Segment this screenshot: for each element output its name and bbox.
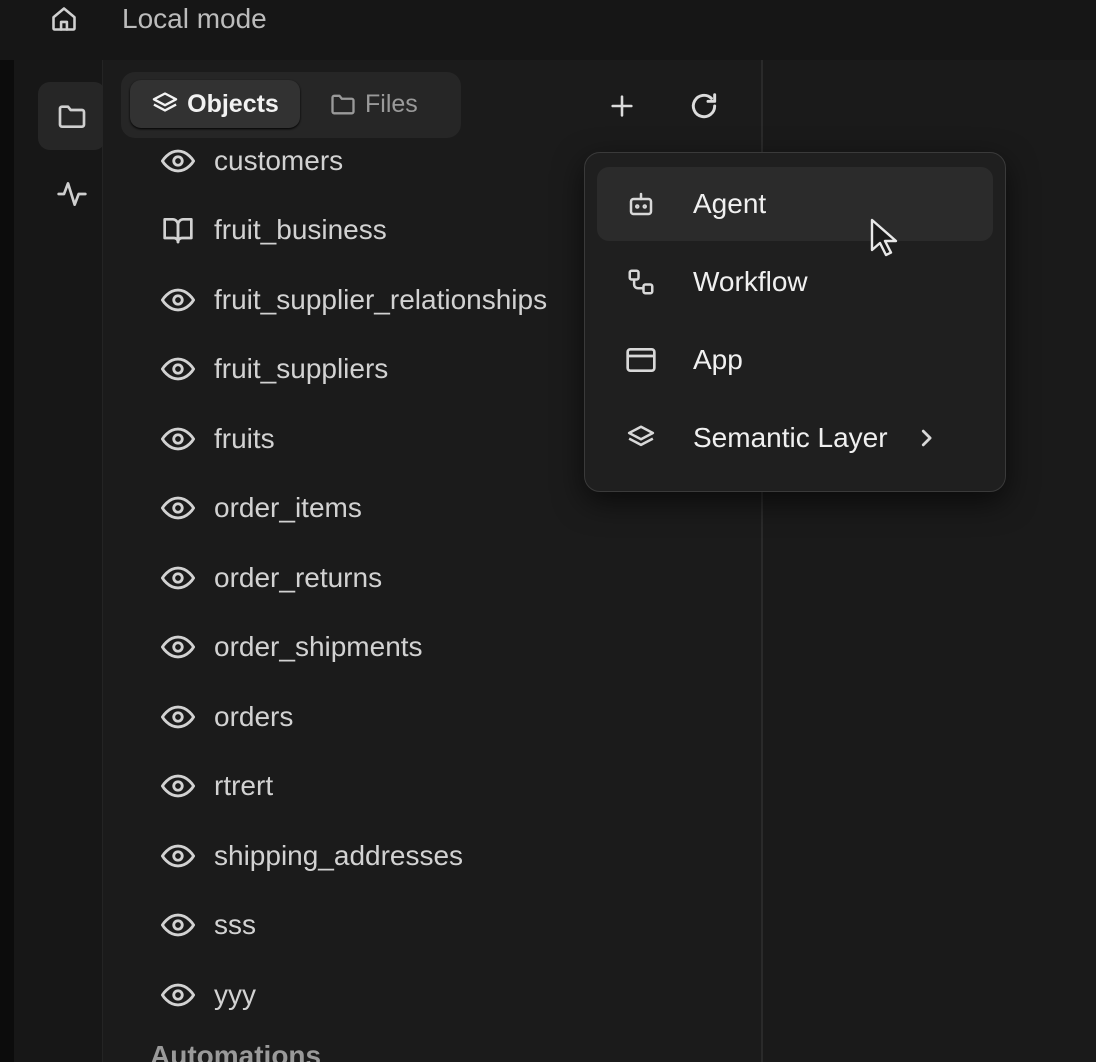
list-item-label: order_shipments: [214, 631, 423, 662]
tab-files[interactable]: Files: [329, 80, 418, 128]
section-heading-automations[interactable]: Automations: [150, 1040, 321, 1062]
list-item-label: yyy: [214, 979, 256, 1010]
menu-item-label: Agent: [693, 188, 767, 219]
list-item[interactable]: order_shipments: [150, 619, 423, 675]
refresh-button[interactable]: [680, 82, 728, 130]
eye-icon: [154, 635, 202, 659]
new-item-menu: Agent Workflow App Semantic Layer: [584, 152, 1006, 492]
list-item[interactable]: rtrert: [150, 758, 273, 814]
eye-icon: [154, 427, 202, 451]
layers-icon: [613, 423, 669, 453]
eye-icon: [154, 566, 202, 590]
menu-item-label: Workflow: [693, 266, 808, 297]
app-window-icon: [613, 345, 669, 375]
eye-icon: [154, 496, 202, 520]
refresh-icon: [688, 90, 720, 122]
list-item[interactable]: shipping_addresses: [150, 828, 463, 884]
list-item-label: fruit_suppliers: [214, 353, 389, 384]
list-item-label: rtrert: [214, 770, 274, 801]
rail-activity-button[interactable]: [38, 160, 106, 228]
home-icon: [50, 5, 78, 33]
eye-icon: [154, 705, 202, 729]
folder-icon: [329, 90, 357, 118]
list-item-label: orders: [214, 701, 294, 732]
eye-icon: [154, 149, 202, 173]
list-item-label: fruits: [214, 423, 275, 454]
menu-item-label: App: [693, 344, 743, 375]
list-item-label: shipping_addresses: [214, 840, 464, 871]
home-button[interactable]: [44, 2, 84, 36]
objects-list: customers fruit_business fruit_supplier_…: [150, 126, 590, 1062]
chevron-right-icon: [916, 427, 936, 449]
list-item-label: sss: [214, 909, 256, 940]
book-open-icon: [154, 215, 202, 245]
tab-objects-label: Objects: [187, 89, 279, 118]
workflow-icon: [613, 267, 669, 297]
activity-icon: [56, 178, 88, 210]
eye-icon: [154, 913, 202, 937]
eye-icon: [154, 983, 202, 1007]
eye-icon: [154, 357, 202, 381]
menu-item-label: Semantic Layer: [693, 422, 888, 453]
menu-item-workflow[interactable]: Workflow: [597, 245, 993, 319]
bot-icon: [613, 189, 669, 219]
rail-files-button[interactable]: [38, 82, 106, 150]
list-item[interactable]: orders: [150, 689, 293, 745]
list-item[interactable]: sss: [150, 897, 256, 953]
mouse-cursor-icon: [870, 218, 898, 258]
list-item[interactable]: fruit_suppliers: [150, 341, 388, 397]
layers-icon: [151, 90, 179, 118]
menu-item-agent[interactable]: Agent: [597, 167, 993, 241]
list-item-label: fruit_business: [214, 214, 387, 245]
add-button[interactable]: [598, 82, 646, 130]
menu-item-semantic-layer[interactable]: Semantic Layer: [597, 401, 993, 475]
list-item[interactable]: fruit_business: [150, 202, 387, 258]
list-item[interactable]: yyy: [150, 967, 256, 1023]
list-item[interactable]: order_items: [150, 480, 362, 536]
eye-icon: [154, 774, 202, 798]
menu-item-app[interactable]: App: [597, 323, 993, 397]
top-bar: Local mode: [0, 0, 1096, 61]
list-item[interactable]: fruits: [150, 411, 275, 467]
list-item[interactable]: customers: [150, 133, 343, 189]
list-item-label: customers: [214, 145, 344, 176]
tab-files-label: Files: [365, 89, 418, 118]
activity-rail: [14, 60, 106, 1062]
list-item-label: order_items: [214, 492, 362, 523]
plus-icon: [608, 92, 636, 120]
folder-icon: [56, 100, 88, 132]
list-item[interactable]: fruit_supplier_relationships: [150, 272, 547, 328]
window-edge: [0, 60, 14, 1062]
tab-objects[interactable]: Objects: [130, 80, 300, 128]
list-item-label: fruit_supplier_relationships: [214, 284, 548, 315]
list-item-label: order_returns: [214, 562, 383, 593]
eye-icon: [154, 844, 202, 868]
mode-label: Local mode: [122, 3, 267, 34]
eye-icon: [154, 288, 202, 312]
list-item[interactable]: order_returns: [150, 550, 382, 606]
